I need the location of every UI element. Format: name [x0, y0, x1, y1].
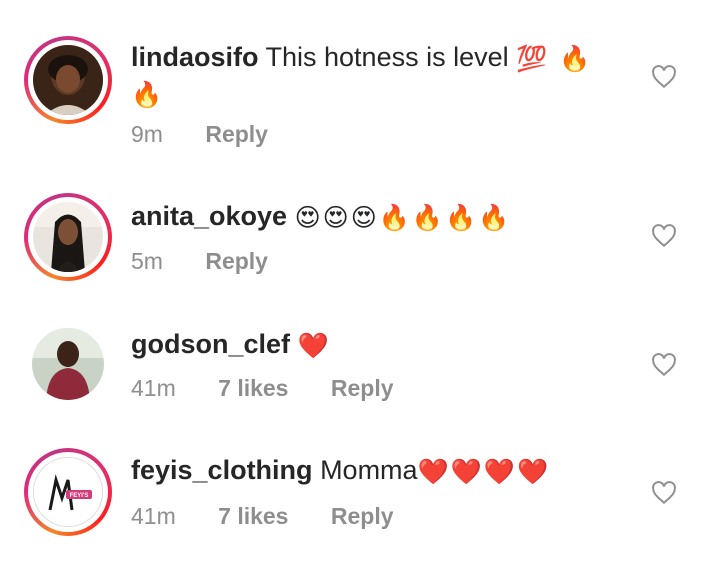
comment-item: FEYI'S feyis_clothing Momma❤️❤️❤️❤️ 41m …: [0, 443, 720, 571]
heart-outline-icon[interactable]: [650, 64, 678, 90]
avatar-anita-okoye[interactable]: [24, 193, 112, 281]
comment-emojis: ❤️❤️❤️❤️: [417, 457, 551, 486]
like-count[interactable]: 7 likes: [218, 375, 288, 401]
reply-button[interactable]: Reply: [331, 503, 394, 529]
like-count[interactable]: 7 likes: [218, 503, 288, 529]
heart-outline-icon[interactable]: [650, 480, 678, 506]
comment-item: anita_okoye 😍😍😍🔥🔥🔥🔥 5m Reply: [0, 190, 720, 318]
avatar-godson-clef[interactable]: [24, 320, 112, 408]
comment-time: 41m: [131, 503, 176, 529]
avatar-photo: [33, 45, 103, 115]
avatar-feyis-clothing[interactable]: FEYI'S: [24, 448, 112, 536]
heart-outline-icon[interactable]: [650, 223, 678, 249]
comment-username[interactable]: godson_clef: [131, 329, 290, 359]
comment-time: 41m: [131, 375, 176, 401]
comment-time: 9m: [131, 121, 163, 147]
comment-emojis-line2: 🔥: [131, 80, 165, 109]
comment-username[interactable]: anita_okoye: [131, 201, 287, 231]
avatar-logo: FEYI'S: [33, 457, 103, 527]
comment-emojis: 😍😍😍🔥🔥🔥🔥: [294, 203, 512, 232]
avatar-lindaosifo[interactable]: [24, 36, 112, 124]
reply-button[interactable]: Reply: [205, 248, 268, 274]
heart-outline-icon[interactable]: [650, 352, 678, 378]
comment-text: This hotness is level: [265, 42, 509, 72]
comment-emojis: ❤️: [297, 331, 331, 360]
comment-item: lindaosifo This hotness is level 💯 🔥 🔥 9…: [0, 28, 720, 156]
reply-button[interactable]: Reply: [205, 121, 268, 147]
comment-username[interactable]: feyis_clothing: [131, 455, 313, 485]
comment-time: 5m: [131, 248, 163, 274]
comment-item: godson_clef ❤️ 41m 7 likes Reply: [0, 318, 720, 446]
avatar-photo: [32, 328, 104, 400]
avatar-photo: [33, 202, 103, 272]
comment-username[interactable]: lindaosifo: [131, 42, 259, 72]
svg-text:FEYI'S: FEYI'S: [70, 493, 89, 499]
comment-emojis: 💯 🔥: [516, 44, 593, 73]
comment-text: Momma: [320, 455, 418, 485]
reply-button[interactable]: Reply: [331, 375, 394, 401]
